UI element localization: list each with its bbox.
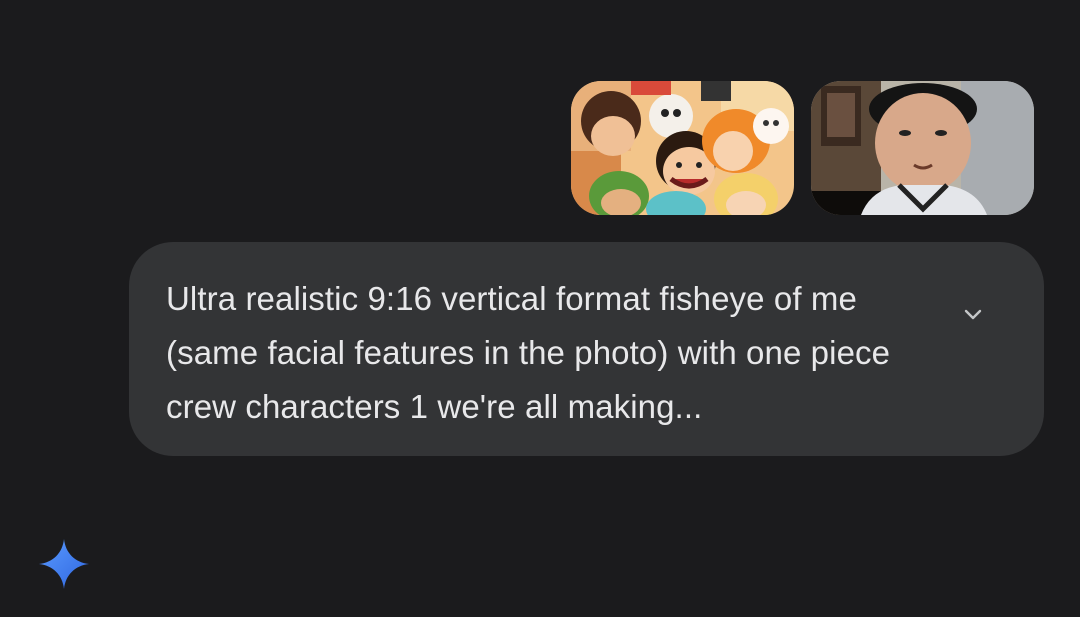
chevron-down-icon — [964, 309, 982, 320]
attachment-thumbnail-anime[interactable] — [571, 81, 794, 215]
attachment-row — [571, 81, 1034, 215]
gemini-sparkle-icon — [39, 539, 89, 589]
user-prompt-bubble: Ultra realistic 9:16 vertical format fis… — [129, 242, 1044, 456]
prompt-text: Ultra realistic 9:16 vertical format fis… — [166, 280, 891, 425]
chat-screen: Ultra realistic 9:16 vertical format fis… — [0, 0, 1080, 617]
expand-prompt-button[interactable] — [955, 296, 991, 332]
anime-crew-image — [571, 81, 794, 215]
attachment-thumbnail-photo[interactable] — [811, 81, 1034, 215]
selfie-photo — [811, 81, 1034, 215]
